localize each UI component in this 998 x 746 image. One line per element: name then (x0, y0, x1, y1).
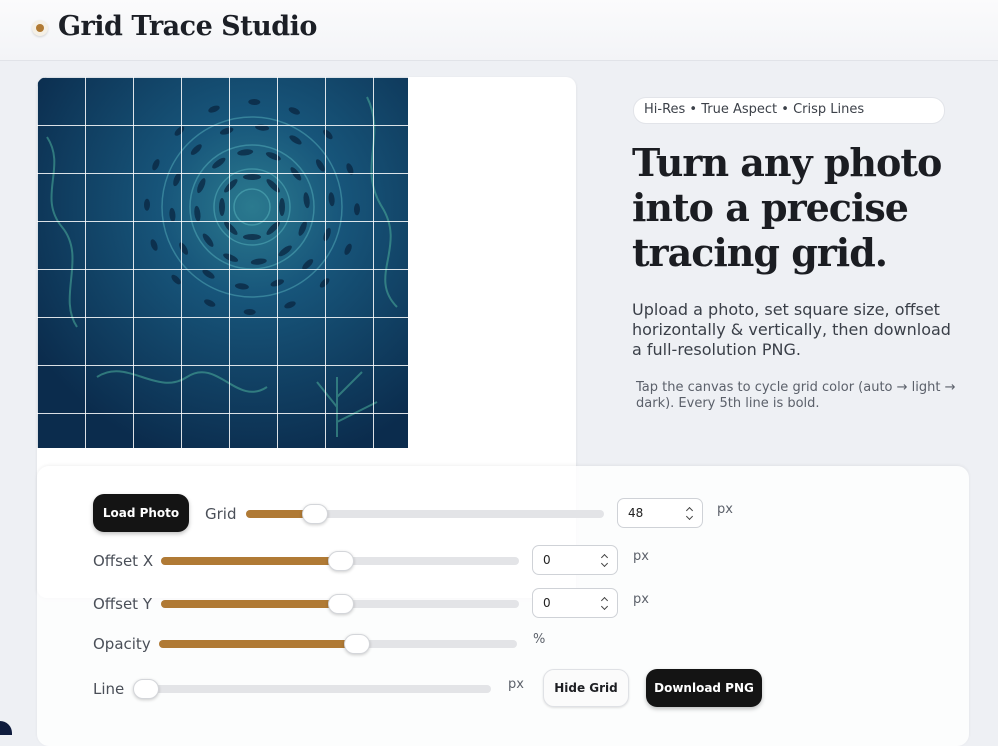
grid-size-input[interactable]: 48 (617, 498, 703, 528)
offset-y-label: Offset Y (93, 595, 152, 613)
feature-badge: Hi-Res • True Aspect • Crisp Lines (633, 97, 945, 124)
grid-size-value: 48 (628, 506, 644, 520)
hero-note: Tap the canvas to cycle grid color (auto… (636, 380, 956, 411)
photo-preview (37, 77, 408, 448)
line-unit: px (508, 677, 524, 692)
grid-unit: px (717, 502, 733, 517)
grid-slider[interactable] (246, 504, 604, 524)
download-png-button[interactable]: Download PNG (646, 669, 762, 707)
offset-y-slider[interactable] (161, 594, 519, 614)
hide-grid-button[interactable]: Hide Grid (543, 669, 629, 707)
line-slider[interactable] (133, 679, 491, 699)
offset-y-input[interactable]: 0 (532, 588, 618, 618)
grid-slider-thumb[interactable] (302, 504, 329, 524)
line-label: Line (93, 680, 125, 698)
opacity-slider-thumb[interactable] (343, 634, 370, 654)
app-title: Grid Trace Studio (58, 11, 317, 42)
line-slider-thumb[interactable] (133, 679, 159, 699)
brand-logo-icon (32, 20, 48, 36)
opacity-slider[interactable] (159, 634, 517, 654)
offset-y-value: 0 (543, 596, 551, 610)
hero-description: Upload a photo, set square size, offset … (632, 300, 951, 359)
offset-x-unit: px (633, 549, 649, 564)
controls-panel: Load Photo Grid 48 px Offset X 0 px Offs… (37, 466, 969, 746)
opacity-label: Opacity (93, 635, 151, 653)
fish-shape (243, 174, 261, 180)
fish-shape (219, 198, 225, 216)
grid-canvas[interactable] (37, 77, 408, 448)
app-header: Grid Trace Studio (0, 0, 998, 61)
offset-x-stepper-icon[interactable] (601, 552, 609, 568)
hero-title: Turn any photo into a precise tracing gr… (632, 140, 942, 275)
offset-y-stepper-icon[interactable] (601, 595, 609, 611)
opacity-slider-fill (159, 640, 356, 648)
offset-y-slider-fill (161, 600, 340, 608)
window-corner (0, 721, 12, 735)
offset-x-slider-fill (161, 557, 340, 565)
offset-x-slider-thumb[interactable] (328, 551, 354, 571)
offset-x-label: Offset X (93, 552, 154, 570)
offset-y-unit: px (633, 592, 649, 607)
load-photo-button[interactable]: Load Photo (93, 494, 189, 532)
fish-shape (279, 198, 285, 216)
grid-label: Grid (205, 505, 237, 523)
offset-x-slider[interactable] (161, 551, 519, 571)
offset-x-value: 0 (543, 553, 551, 567)
offset-x-input[interactable]: 0 (532, 545, 618, 575)
fish-shape (243, 234, 261, 240)
offset-y-slider-thumb[interactable] (328, 594, 354, 614)
opacity-unit: % (533, 632, 546, 647)
grid-size-stepper-icon[interactable] (686, 505, 694, 521)
